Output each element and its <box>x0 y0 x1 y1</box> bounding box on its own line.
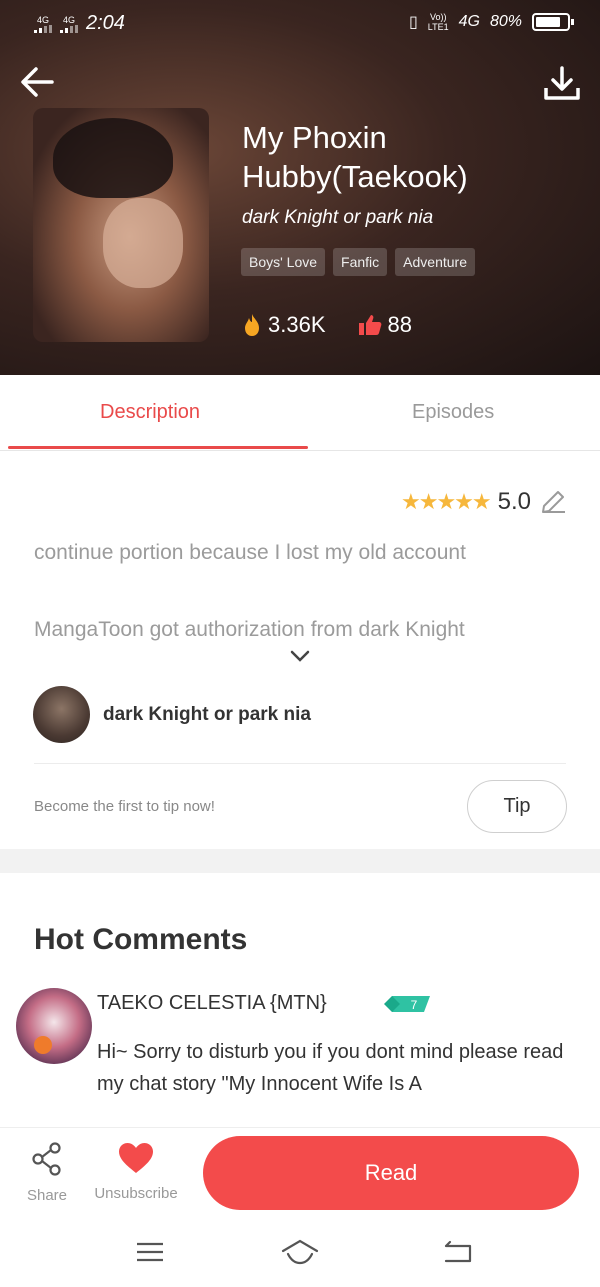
tip-prompt: Become the first to tip now! <box>34 798 215 815</box>
unsubscribe-label: Unsubscribe <box>94 1185 178 1202</box>
clock: 2:04 <box>86 12 125 34</box>
thumbs-up-icon <box>358 315 381 335</box>
commenter-name[interactable]: TAEKO CELESTIA {MTN} <box>97 992 327 1015</box>
genre-tag[interactable]: Adventure <box>395 248 475 276</box>
book-title: My Phoxin Hubby(Taekook) <box>242 120 468 194</box>
author-avatar <box>33 686 90 743</box>
book-cover-image <box>33 108 209 342</box>
battery-icon <box>532 13 574 31</box>
home-icon[interactable] <box>281 1237 319 1267</box>
book-header: 4G 4G 2:04 ▯ Vo)) LTE1 4G 80% My Phoxin … <box>0 0 600 375</box>
tab-bar: Description Episodes <box>0 375 600 451</box>
share-label: Share <box>26 1187 68 1204</box>
book-author: dark Knight or park nia <box>242 207 434 228</box>
back-arrow-icon[interactable] <box>18 62 58 102</box>
star-rating-icon: ★★★★★ <box>401 489 492 514</box>
section-separator <box>0 849 600 873</box>
back-nav-icon[interactable] <box>440 1237 476 1267</box>
volte-icon: Vo)) LTE1 <box>427 12 449 32</box>
commenter-avatar[interactable] <box>16 988 92 1064</box>
network-4g-icon: 4G <box>458 13 480 30</box>
description-text: continue portion because I lost my old a… <box>34 541 466 564</box>
battery-percent: 80% <box>489 13 522 30</box>
vibrate-icon: ▯ <box>408 14 418 31</box>
read-button[interactable]: Read <box>203 1136 579 1210</box>
unsubscribe-button[interactable]: Unsubscribe <box>86 1142 186 1202</box>
download-icon[interactable] <box>542 64 582 104</box>
tab-episodes[interactable]: Episodes <box>412 401 494 424</box>
book-stats: 3.36K 88 <box>242 312 444 338</box>
status-bar: 4G 4G 2:04 ▯ Vo)) LTE1 4G 80% <box>0 0 600 46</box>
hot-comments-heading: Hot Comments <box>34 923 248 956</box>
system-navigation-bar <box>0 1221 600 1287</box>
likes-count: 88 <box>387 312 412 337</box>
tab-description[interactable]: Description <box>100 401 200 424</box>
share-button[interactable]: Share <box>22 1142 72 1204</box>
tip-button[interactable]: Tip <box>467 780 567 833</box>
comment-text: Hi~ Sorry to disturb you if you dont min… <box>97 1041 564 1095</box>
genre-tags: Boys' Love Fanfic Adventure <box>241 248 475 276</box>
edit-pencil-icon[interactable] <box>539 488 567 516</box>
author-name: dark Knight or park nia <box>103 703 311 725</box>
fire-icon <box>245 314 259 336</box>
heart-icon <box>119 1143 153 1173</box>
chevron-down-icon[interactable] <box>289 648 311 664</box>
active-tab-indicator <box>8 446 308 449</box>
sim1-signal-icon: 4G <box>34 15 52 33</box>
divider <box>34 763 566 764</box>
views-count: 3.36K <box>268 312 326 337</box>
sim2-signal-icon: 4G <box>60 15 78 33</box>
genre-tag[interactable]: Boys' Love <box>241 248 326 276</box>
genre-tag[interactable]: Fanfic <box>333 248 388 276</box>
authorization-notice: MangaToon got authorization from dark Kn… <box>34 618 465 641</box>
level-badge: 7 <box>384 994 432 1014</box>
rating-value: 5.0 <box>497 488 531 515</box>
rating: ★★★★★ 5.0 <box>401 488 567 516</box>
level-number: 7 <box>411 998 418 1012</box>
bottom-action-bar: Share Unsubscribe Read <box>0 1127 600 1221</box>
menu-icon[interactable] <box>132 1237 168 1267</box>
author-row[interactable]: dark Knight or park nia <box>33 686 311 743</box>
share-icon <box>32 1142 61 1176</box>
